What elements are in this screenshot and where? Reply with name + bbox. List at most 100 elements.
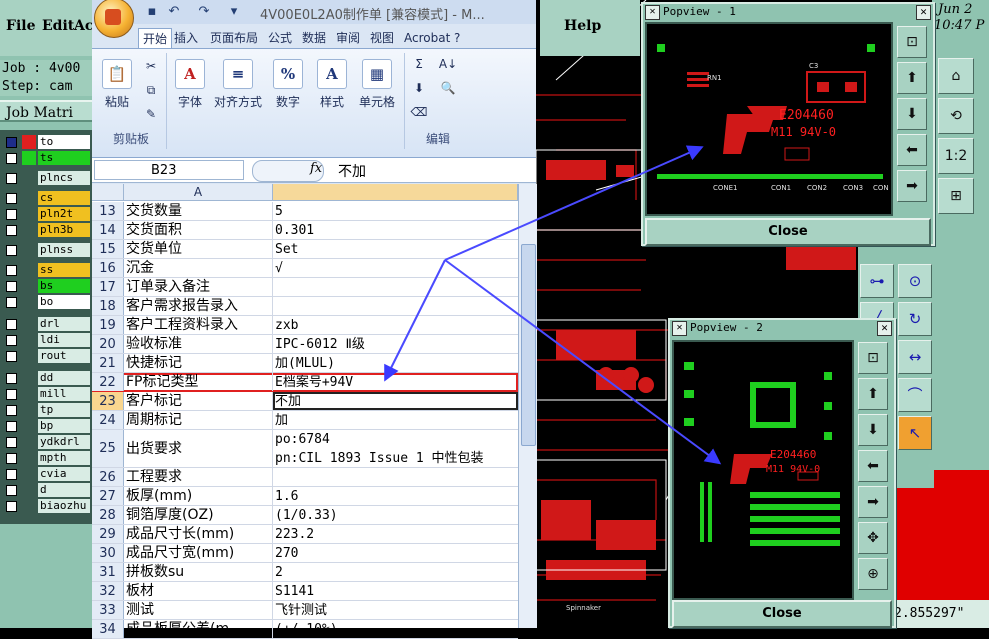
popview-2-fit-icon[interactable]: ✥ <box>858 522 888 554</box>
cut-icon[interactable]: ✂ <box>142 59 160 73</box>
cell-a[interactable]: 订单录入备注 <box>124 278 273 296</box>
layer-row[interactable]: plncs <box>2 171 90 185</box>
layer-checkbox[interactable] <box>6 173 17 184</box>
layer-checkbox[interactable] <box>6 453 17 464</box>
table-row[interactable]: 21 快捷标记 加(MLUL) <box>92 354 518 373</box>
cell-b[interactable] <box>273 468 518 486</box>
layer-checkbox[interactable] <box>6 373 17 384</box>
cell-b[interactable]: po:6784 pn:CIL 1893 Issue 1 中性包装 <box>273 430 518 467</box>
layer-row[interactable]: tp <box>2 403 90 417</box>
row-number[interactable]: 17 <box>92 278 124 296</box>
layer-row[interactable]: pln3b <box>2 223 90 237</box>
layer-checkbox[interactable] <box>6 335 17 346</box>
row-number[interactable]: 20 <box>92 335 124 353</box>
row-number[interactable]: 18 <box>92 297 124 315</box>
row-number[interactable]: 21 <box>92 354 124 372</box>
sum-icon[interactable]: Σ <box>409 57 429 71</box>
table-row[interactable]: 25 出货要求 po:6784 pn:CIL 1893 Issue 1 中性包装 <box>92 430 518 468</box>
popview-1-menu-icon[interactable]: ✕ <box>645 5 660 20</box>
distance-icon[interactable]: ↔ <box>898 340 932 374</box>
popview-1-close-button[interactable]: Close <box>645 218 931 246</box>
select-all-corner[interactable] <box>92 184 124 201</box>
layer-checkbox[interactable] <box>6 209 17 220</box>
popview-2-pan-up-icon[interactable]: ⬆ <box>858 378 888 410</box>
table-row[interactable]: 14 交货面积 0.301 <box>92 221 518 240</box>
popview-2-close-button[interactable]: Close <box>672 600 892 628</box>
cell-b[interactable] <box>273 297 518 315</box>
cell-b[interactable]: 2 <box>273 563 518 581</box>
cell-a[interactable]: 客户标记 <box>124 392 273 410</box>
copy-icon[interactable]: ⧉ <box>142 83 160 98</box>
layer-checkbox[interactable] <box>6 437 17 448</box>
layer-row[interactable]: ss <box>2 263 90 277</box>
table-row[interactable]: 17 订单录入备注 <box>92 278 518 297</box>
cell-b[interactable]: 加 <box>273 411 518 429</box>
popview-2-pan-right-icon[interactable]: ➡ <box>858 486 888 518</box>
menu-file[interactable]: File <box>6 18 35 34</box>
row-number[interactable]: 22 <box>92 373 124 391</box>
rotate-icon[interactable]: ↻ <box>898 302 932 336</box>
layer-row[interactable]: drl <box>2 317 90 331</box>
table-row[interactable]: 22 FP标记类型 E档案号+94V <box>92 373 518 392</box>
redraw-icon[interactable]: ⟲ <box>938 98 974 134</box>
vertical-scrollbar[interactable] <box>518 184 537 628</box>
tab-home[interactable]: 开始 <box>138 28 173 49</box>
layer-name[interactable]: rout <box>38 349 90 363</box>
row-number[interactable]: 25 <box>92 430 124 467</box>
layer-name[interactable]: ts <box>38 151 90 165</box>
cell-b[interactable]: (+/-10%) <box>273 620 518 638</box>
cell-b[interactable]: 加(MLUL) <box>273 354 518 372</box>
popview-2-zoom-icon[interactable]: ⊡ <box>858 342 888 374</box>
cell-b[interactable]: (1/0.33) <box>273 506 518 524</box>
popview-2-canvas[interactable]: E204460 M11 94V-0 <box>672 340 854 600</box>
arc-icon[interactable]: ⌒ <box>898 378 932 412</box>
layer-name[interactable]: d <box>38 483 90 497</box>
row-number[interactable]: 31 <box>92 563 124 581</box>
number-button[interactable]: % 数字 <box>270 59 306 110</box>
tab-formulas[interactable]: 公式 <box>268 28 292 48</box>
popview-2-pan-left-icon[interactable]: ⬅ <box>858 450 888 482</box>
layer-checkbox[interactable] <box>6 265 17 276</box>
popview-2-close-icon[interactable]: ✕ <box>877 321 892 336</box>
table-row[interactable]: 32 板材 S1141 <box>92 582 518 601</box>
table-row[interactable]: 33 测试 飞针测试 <box>92 601 518 620</box>
save-icon[interactable]: ▪ <box>144 4 160 20</box>
job-matrix-button[interactable]: Job Matri <box>0 100 92 122</box>
popview-1-pan-down-icon[interactable]: ⬇ <box>897 98 927 130</box>
cell-a[interactable]: 板材 <box>124 582 273 600</box>
styles-button[interactable]: A 样式 <box>314 59 350 110</box>
popview-1-close-icon[interactable]: ✕ <box>916 5 931 20</box>
menu-actions[interactable]: Ac <box>74 18 93 34</box>
layer-row[interactable]: ydkdrl <box>2 435 90 449</box>
sort-filter-icon[interactable]: A↓ <box>435 57 461 71</box>
layer-row[interactable]: bs <box>2 279 90 293</box>
layer-checkbox[interactable] <box>6 501 17 512</box>
alignment-button[interactable]: ≡ 对齐方式 <box>212 59 264 110</box>
popview-1-zoom-icon[interactable]: ⊡ <box>897 26 927 58</box>
layer-checkbox[interactable] <box>6 469 17 480</box>
popview-2-menu-icon[interactable]: ✕ <box>672 321 687 336</box>
node-icon[interactable]: ⊙ <box>898 264 932 298</box>
spreadsheet-grid[interactable]: A 13 交货数量 5 14 交货面积 0.301 15 交货单位 Set 16 沉金 √ 17 订单录入… <box>92 184 518 639</box>
cell-a[interactable]: 客户工程资料录入 <box>124 316 273 334</box>
cell-b[interactable]: E档案号+94V <box>273 373 518 391</box>
measure-icon[interactable]: ⊞ <box>938 178 974 214</box>
layer-name[interactable]: pln3b <box>38 223 90 237</box>
layer-row[interactable]: rout <box>2 349 90 363</box>
cell-b[interactable]: 不加 <box>273 392 518 410</box>
row-number[interactable]: 26 <box>92 468 124 486</box>
cell-b[interactable]: 0.301 <box>273 221 518 239</box>
name-box[interactable]: B23 <box>94 160 244 180</box>
layer-row[interactable]: ts <box>2 151 90 165</box>
cell-b[interactable]: S1141 <box>273 582 518 600</box>
column-header-a[interactable]: A <box>124 184 273 201</box>
cell-b[interactable] <box>273 278 518 296</box>
layer-row[interactable]: to <box>2 135 90 149</box>
layer-name[interactable]: pln2t <box>38 207 90 221</box>
layer-checkbox[interactable] <box>6 193 17 204</box>
connect-icon[interactable]: ⊶ <box>860 264 894 298</box>
layer-name[interactable]: ss <box>38 263 90 277</box>
cell-b[interactable]: 5 <box>273 202 518 220</box>
home-icon[interactable]: ⌂ <box>938 58 974 94</box>
cell-a[interactable]: 交货单位 <box>124 240 273 258</box>
